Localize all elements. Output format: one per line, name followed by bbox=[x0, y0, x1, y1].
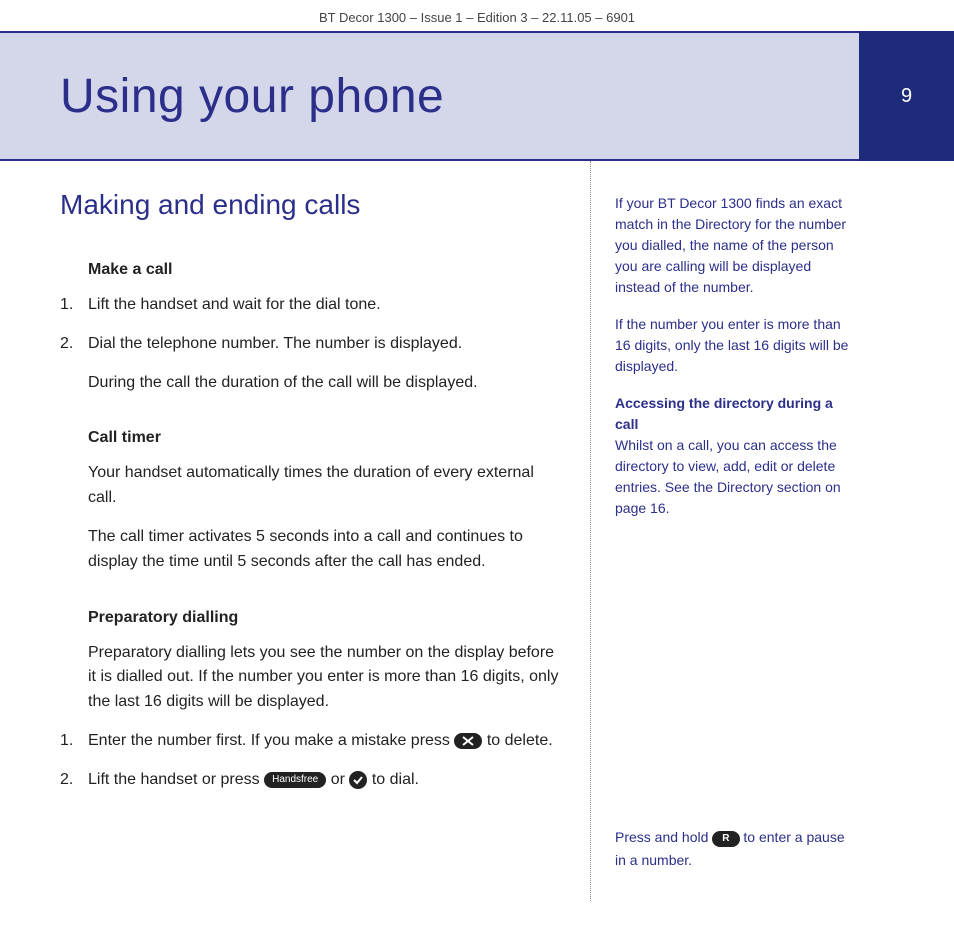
make-call-heading: Make a call bbox=[88, 261, 560, 279]
r-key-icon: R bbox=[712, 831, 739, 847]
handsfree-key-icon: Handsfree bbox=[264, 772, 326, 788]
page-number-tab: 9 bbox=[859, 31, 954, 161]
make-a-call-block: Make a call 1. Lift the handset and wait… bbox=[88, 261, 560, 395]
prep-dial-block: Preparatory dialling Preparatory diallin… bbox=[88, 609, 560, 793]
step-text: Lift the handset and wait for the dial t… bbox=[88, 296, 381, 313]
page-title: Using your phone bbox=[60, 69, 444, 124]
step-text-part: to delete. bbox=[487, 732, 553, 749]
title-band: Using your phone 9 bbox=[0, 31, 954, 161]
sidebar-bottom-note: Press and hold R to enter a pause in a n… bbox=[615, 826, 850, 871]
make-call-step-2: 2. Dial the telephone number. The number… bbox=[88, 332, 560, 357]
sidebar-note-1: If your BT Decor 1300 finds an exact mat… bbox=[615, 193, 850, 298]
make-call-step-1: 1. Lift the handset and wait for the dia… bbox=[88, 293, 560, 318]
step-text-part: or bbox=[331, 771, 350, 788]
make-call-note: During the call the duration of the call… bbox=[88, 371, 560, 396]
content-area: Making and ending calls Make a call 1. L… bbox=[0, 161, 954, 901]
delete-key-icon bbox=[454, 733, 482, 749]
prep-dial-heading: Preparatory dialling bbox=[88, 609, 560, 627]
call-timer-p2: The call timer activates 5 seconds into … bbox=[88, 525, 560, 575]
document-header: BT Decor 1300 – Issue 1 – Edition 3 – 22… bbox=[0, 0, 954, 31]
list-number: 1. bbox=[60, 729, 73, 754]
sidebar-note-2: If the number you enter is more than 16 … bbox=[615, 314, 850, 377]
prep-dial-intro: Preparatory dialling lets you see the nu… bbox=[88, 641, 560, 715]
step-text-part: Enter the number first. If you make a mi… bbox=[88, 732, 454, 749]
step-text-part: to dial. bbox=[372, 771, 419, 788]
prep-dial-step-1: 1. Enter the number first. If you make a… bbox=[88, 729, 560, 754]
dial-key-icon bbox=[349, 771, 367, 789]
section-title: Making and ending calls bbox=[60, 189, 560, 221]
bottom-text-part: Press and hold bbox=[615, 829, 712, 845]
list-number: 2. bbox=[60, 332, 73, 357]
sidebar-directory-block: Accessing the directory during a call Wh… bbox=[615, 393, 850, 519]
sidebar-note-3: Whilst on a call, you can access the dir… bbox=[615, 437, 841, 516]
step-text: Dial the telephone number. The number is… bbox=[88, 335, 462, 352]
call-timer-block: Call timer Your handset automatically ti… bbox=[88, 429, 560, 574]
call-timer-p1: Your handset automatically times the dur… bbox=[88, 461, 560, 511]
main-column: Making and ending calls Make a call 1. L… bbox=[0, 161, 580, 901]
sidebar-column: If your BT Decor 1300 finds an exact mat… bbox=[590, 161, 870, 901]
prep-dial-step-2: 2. Lift the handset or press Handsfree o… bbox=[88, 768, 560, 793]
call-timer-heading: Call timer bbox=[88, 429, 560, 447]
list-number: 2. bbox=[60, 768, 73, 793]
sidebar-subheading: Accessing the directory during a call bbox=[615, 395, 833, 432]
step-text-part: Lift the handset or press bbox=[88, 771, 264, 788]
list-number: 1. bbox=[60, 293, 73, 318]
